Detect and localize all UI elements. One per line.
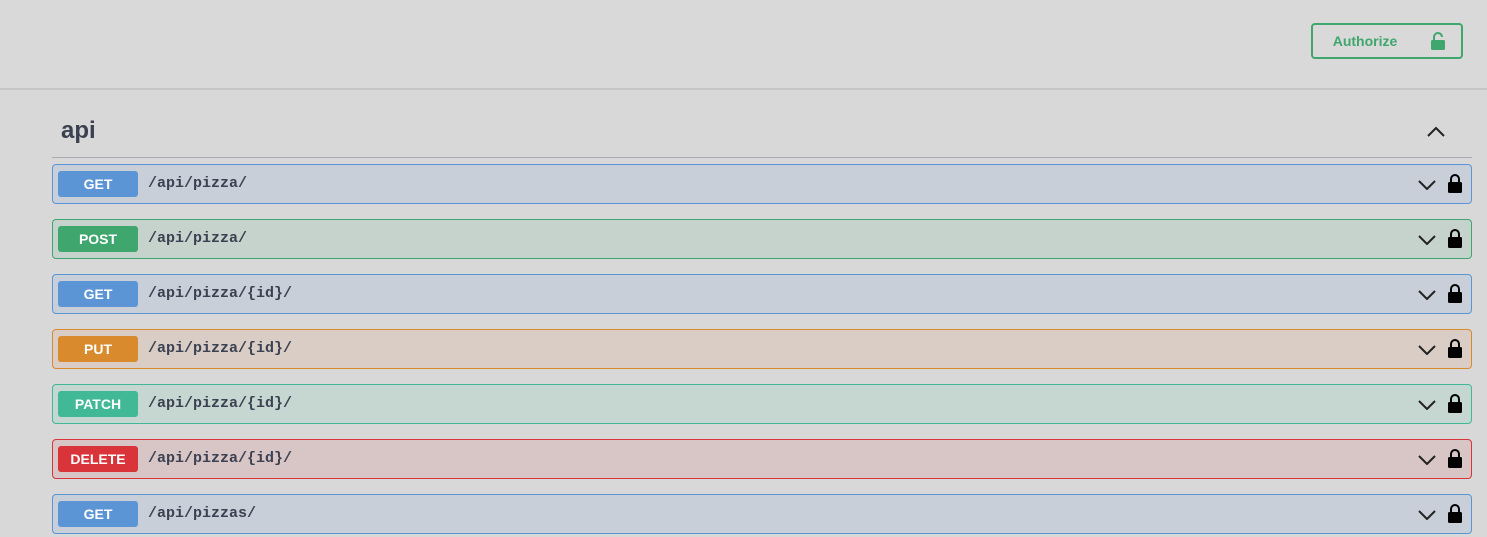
operation-path: /api/pizza/{id}/ [148, 395, 293, 412]
section-title: api [61, 117, 96, 144]
method-badge: GET [58, 281, 138, 307]
operation-path: /api/pizza/{id}/ [148, 450, 293, 467]
operation-path: /api/pizza/ [148, 230, 248, 247]
lock-icon[interactable] [1447, 282, 1463, 304]
operation-patch-pizza[interactable]: PATCH /api/pizza/{id}/ [52, 384, 1472, 424]
operation-put-pizza[interactable]: PUT /api/pizza/{id}/ [52, 329, 1472, 369]
chevron-down-icon[interactable] [1417, 340, 1437, 360]
method-badge: GET [58, 171, 138, 197]
operation-get-pizza-by-id[interactable]: GET /api/pizza/{id}/ [52, 274, 1472, 314]
chevron-up-icon[interactable] [1424, 120, 1448, 144]
section-header[interactable]: api [52, 90, 1472, 158]
lock-icon[interactable] [1447, 392, 1463, 414]
method-badge: DELETE [58, 446, 138, 472]
lock-icon[interactable] [1447, 172, 1463, 194]
lock-icon[interactable] [1447, 502, 1463, 524]
chevron-down-icon[interactable] [1417, 230, 1437, 250]
chevron-down-icon[interactable] [1417, 395, 1437, 415]
lock-icon[interactable] [1447, 227, 1463, 249]
operation-path: /api/pizza/ [148, 175, 248, 192]
method-badge: POST [58, 226, 138, 252]
chevron-down-icon[interactable] [1417, 505, 1437, 525]
lock-icon[interactable] [1447, 337, 1463, 359]
chevron-down-icon[interactable] [1417, 450, 1437, 470]
operation-path: /api/pizza/{id}/ [148, 340, 293, 357]
unlock-icon [1431, 32, 1446, 50]
api-section: api GET /api/pizza/ POST /api/pizza/ GET… [52, 90, 1472, 537]
operation-get-pizzas[interactable]: GET /api/pizzas/ [52, 494, 1472, 534]
chevron-down-icon[interactable] [1417, 285, 1437, 305]
operation-delete-pizza[interactable]: DELETE /api/pizza/{id}/ [52, 439, 1472, 479]
operation-get-pizza-list[interactable]: GET /api/pizza/ [52, 164, 1472, 204]
operation-post-pizza[interactable]: POST /api/pizza/ [52, 219, 1472, 259]
operation-path: /api/pizzas/ [148, 505, 257, 522]
method-badge: PATCH [58, 391, 138, 417]
method-badge: GET [58, 501, 138, 527]
method-badge: PUT [58, 336, 138, 362]
top-bar: Authorize [0, 0, 1487, 90]
authorize-label: Authorize [1332, 33, 1398, 49]
lock-icon[interactable] [1447, 447, 1463, 469]
operation-path: /api/pizza/{id}/ [148, 285, 293, 302]
chevron-down-icon[interactable] [1417, 175, 1437, 195]
authorize-button[interactable]: Authorize [1311, 23, 1463, 59]
